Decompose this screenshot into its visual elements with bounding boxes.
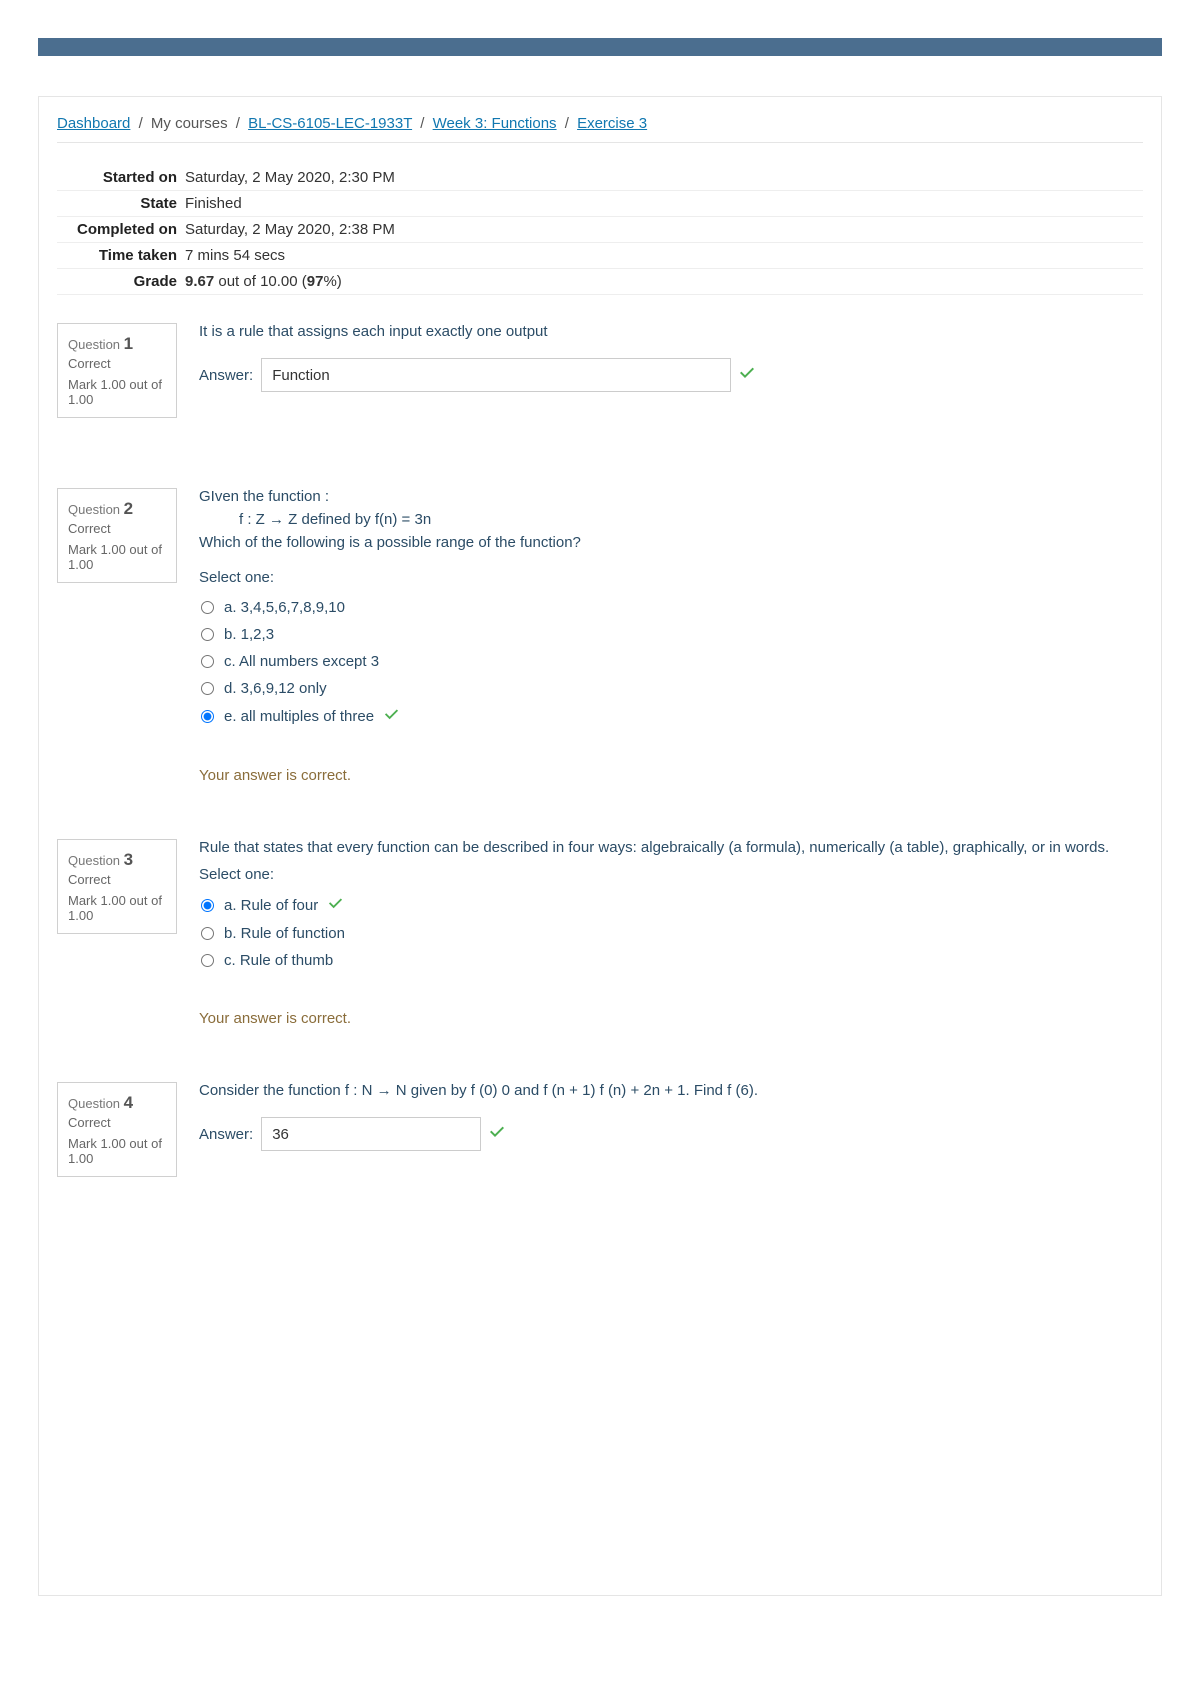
question-mark: Mark 1.00 out of 1.00 [68, 893, 168, 923]
check-icon [739, 365, 755, 385]
grade-mid: out of 10.00 ( [214, 273, 307, 290]
answer-row: Answer: [199, 1117, 1143, 1151]
breadcrumb-dashboard[interactable]: Dashboard [57, 115, 130, 132]
question-text: GIven the function : f : Z → Z defined b… [199, 488, 1143, 551]
state-label: State [57, 191, 185, 217]
breadcrumb: Dashboard / My courses / BL-CS-6105-LEC-… [57, 115, 1143, 143]
breadcrumb-sep: / [420, 115, 424, 132]
grade-label: Grade [57, 269, 185, 295]
options-list: a. 3,4,5,6,7,8,9,10 b. 1,2,3 c. All numb… [199, 594, 1143, 731]
time-taken-label: Time taken [57, 243, 185, 269]
option-label: c. Rule of thumb [224, 952, 333, 969]
option-label: a. Rule of four [224, 897, 318, 914]
feedback-text: Your answer is correct. [199, 1010, 1143, 1027]
radio-c[interactable] [201, 954, 214, 967]
q2-line2: f : Z → Z defined by f(n) = 3n [199, 511, 1143, 528]
question-1: Question 1 Correct Mark 1.00 out of 1.00… [57, 323, 1143, 418]
question-status: Correct [68, 356, 168, 371]
page-container: Dashboard / My courses / BL-CS-6105-LEC-… [38, 96, 1162, 1596]
question-status: Correct [68, 521, 168, 536]
option-e[interactable]: e. all multiples of three [199, 702, 1143, 731]
radio-b[interactable] [201, 628, 214, 641]
grade-end: %) [323, 273, 341, 290]
question-status: Correct [68, 872, 168, 887]
question-text: Rule that states that every function can… [199, 839, 1143, 856]
feedback-text: Your answer is correct. [199, 767, 1143, 784]
time-taken-value: 7 mins 54 secs [185, 243, 1143, 269]
question-2: Question 2 Correct Mark 1.00 out of 1.00… [57, 488, 1143, 784]
breadcrumb-course[interactable]: BL-CS-6105-LEC-1933T [248, 115, 412, 132]
question-4: Question 4 Correct Mark 1.00 out of 1.00… [57, 1082, 1143, 1177]
check-icon [328, 896, 343, 915]
question-content: Rule that states that every function can… [177, 839, 1143, 1027]
radio-e[interactable] [201, 710, 214, 723]
question-info-box: Question 1 Correct Mark 1.00 out of 1.00 [57, 323, 177, 418]
answer-row: Answer: [199, 358, 1143, 392]
answer-input[interactable] [261, 358, 731, 392]
option-a[interactable]: a. 3,4,5,6,7,8,9,10 [199, 594, 1143, 621]
radio-d[interactable] [201, 682, 214, 695]
question-label: Question 4 [68, 1093, 168, 1113]
option-label: d. 3,6,9,12 only [224, 680, 327, 697]
radio-a[interactable] [201, 899, 214, 912]
option-label: e. all multiples of three [224, 708, 374, 725]
started-on-value: Saturday, 2 May 2020, 2:30 PM [185, 165, 1143, 191]
option-b[interactable]: b. Rule of function [199, 920, 1143, 947]
grade-score: 9.67 [185, 273, 214, 290]
question-content: It is a rule that assigns each input exa… [177, 323, 1143, 392]
breadcrumb-sep: / [565, 115, 569, 132]
check-icon [489, 1124, 505, 1144]
summary-table: Started on Saturday, 2 May 2020, 2:30 PM… [57, 165, 1143, 295]
option-c[interactable]: c. Rule of thumb [199, 947, 1143, 974]
question-status: Correct [68, 1115, 168, 1130]
question-content: Consider the function f : N → N given by… [177, 1082, 1143, 1151]
breadcrumb-sep: / [236, 115, 240, 132]
check-icon [384, 707, 399, 726]
question-info-box: Question 4 Correct Mark 1.00 out of 1.00 [57, 1082, 177, 1177]
grade-pct: 97 [307, 273, 324, 290]
answer-input[interactable] [261, 1117, 481, 1151]
completed-on-label: Completed on [57, 217, 185, 243]
select-one-label: Select one: [199, 569, 1143, 586]
options-list: a. Rule of four b. Rule of function c. R… [199, 891, 1143, 974]
breadcrumb-sep: / [139, 115, 143, 132]
question-label: Question 3 [68, 850, 168, 870]
question-text: It is a rule that assigns each input exa… [199, 323, 1143, 340]
breadcrumb-mycourses: My courses [151, 115, 228, 132]
option-b[interactable]: b. 1,2,3 [199, 621, 1143, 648]
question-info-box: Question 3 Correct Mark 1.00 out of 1.00 [57, 839, 177, 934]
question-label: Question 1 [68, 334, 168, 354]
grade-value: 9.67 out of 10.00 (97%) [185, 269, 1143, 295]
breadcrumb-week[interactable]: Week 3: Functions [433, 115, 557, 132]
q2-line3: Which of the following is a possible ran… [199, 534, 1143, 551]
option-c[interactable]: c. All numbers except 3 [199, 648, 1143, 675]
completed-on-value: Saturday, 2 May 2020, 2:38 PM [185, 217, 1143, 243]
answer-label: Answer: [199, 367, 253, 384]
q2-line1: GIven the function : [199, 488, 1143, 505]
option-d[interactable]: d. 3,6,9,12 only [199, 675, 1143, 702]
answer-label: Answer: [199, 1126, 253, 1143]
question-3: Question 3 Correct Mark 1.00 out of 1.00… [57, 839, 1143, 1027]
question-mark: Mark 1.00 out of 1.00 [68, 377, 168, 407]
radio-b[interactable] [201, 927, 214, 940]
option-label: b. 1,2,3 [224, 626, 274, 643]
question-info-box: Question 2 Correct Mark 1.00 out of 1.00 [57, 488, 177, 583]
question-text: Consider the function f : N → N given by… [199, 1082, 1143, 1099]
select-one-label: Select one: [199, 866, 1143, 883]
question-mark: Mark 1.00 out of 1.00 [68, 1136, 168, 1166]
radio-c[interactable] [201, 655, 214, 668]
breadcrumb-exercise[interactable]: Exercise 3 [577, 115, 647, 132]
question-mark: Mark 1.00 out of 1.00 [68, 542, 168, 572]
state-value: Finished [185, 191, 1143, 217]
started-on-label: Started on [57, 165, 185, 191]
option-label: a. 3,4,5,6,7,8,9,10 [224, 599, 345, 616]
option-label: b. Rule of function [224, 925, 345, 942]
option-a[interactable]: a. Rule of four [199, 891, 1143, 920]
radio-a[interactable] [201, 601, 214, 614]
option-label: c. All numbers except 3 [224, 653, 379, 670]
top-bar [38, 38, 1162, 56]
question-content: GIven the function : f : Z → Z defined b… [177, 488, 1143, 784]
question-label: Question 2 [68, 499, 168, 519]
